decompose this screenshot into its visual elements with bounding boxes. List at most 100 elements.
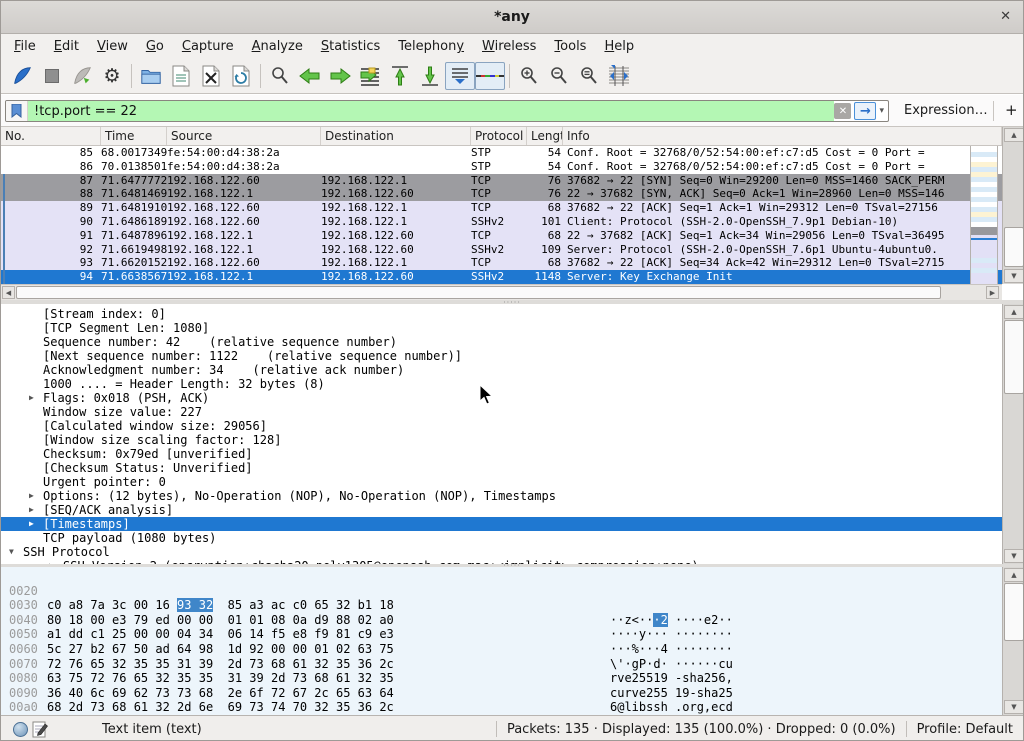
menu-item[interactable]: Go [137, 36, 173, 57]
hex-row[interactable]: 0040 a1 dd c1 25 00 00 04 34 06 14 f5 e8… [1, 598, 1002, 613]
go-last-icon[interactable] [415, 62, 445, 90]
go-back-icon[interactable] [295, 62, 325, 90]
scroll-up-icon[interactable]: ▲ [1004, 305, 1024, 319]
menu-item[interactable]: Edit [45, 36, 88, 57]
scrollbar-thumb[interactable] [16, 286, 941, 299]
zoom-in-icon[interactable] [514, 62, 544, 90]
capture-comment-icon[interactable] [28, 715, 52, 741]
hex-row[interactable]: 0020 c0 a8 7a 3c 00 16 93 32 85 a3 ac c0… [1, 569, 1002, 584]
packet-row[interactable]: 92 71.661949820 192.168.122.1 192.168.12… [1, 243, 1002, 257]
reload-file-icon[interactable] [226, 62, 256, 90]
restart-capture-icon[interactable] [67, 62, 97, 90]
col-source[interactable]: Source [167, 127, 321, 145]
scroll-up-icon[interactable]: ▲ [1004, 128, 1024, 142]
expander-icon[interactable]: ▶ [27, 489, 43, 503]
detail-line[interactable]: Checksum: 0x79ed [unverified] [1, 447, 1002, 461]
detail-line[interactable]: [TCP Segment Len: 1080] [1, 321, 1002, 335]
expert-info-icon[interactable] [13, 722, 28, 737]
filter-bookmark-icon[interactable] [6, 101, 28, 121]
expander-icon[interactable] [27, 321, 43, 335]
detail-line[interactable]: Acknowledgment number: 34 (relative ack … [1, 363, 1002, 377]
expander-icon[interactable] [27, 377, 43, 391]
menu-item[interactable]: Statistics [312, 36, 389, 57]
menu-item[interactable]: File [5, 36, 45, 57]
zoom-original-icon[interactable] [574, 62, 604, 90]
expander-icon[interactable] [27, 349, 43, 363]
expander-icon[interactable] [27, 475, 43, 489]
packet-row[interactable]: 90 71.648618924 192.168.122.60 192.168.1… [1, 215, 1002, 229]
filter-text[interactable]: !tcp.port == 22 [28, 101, 834, 121]
menu-item[interactable]: Analyze [243, 36, 312, 57]
packet-row[interactable]: 93 71.662015274 192.168.122.60 192.168.1… [1, 256, 1002, 270]
expression-button[interactable]: Expression… [904, 103, 988, 118]
expander-icon[interactable]: ▼ [7, 545, 23, 559]
detail-line[interactable]: TCP payload (1080 bytes) [1, 531, 1002, 545]
expander-icon[interactable] [27, 363, 43, 377]
hex-row[interactable]: 0050 5c 27 b2 67 50 ad 64 98 1d 92 00 00… [1, 613, 1002, 628]
col-info[interactable]: Info [563, 127, 1002, 145]
detail-line[interactable]: ▼ SSH Protocol [1, 545, 1002, 559]
packet-row[interactable]: 87 71.647777234 192.168.122.60 192.168.1… [1, 174, 1002, 188]
save-file-icon[interactable] [166, 62, 196, 90]
scroll-right-icon[interactable]: ▶ [986, 286, 999, 299]
go-forward-icon[interactable] [325, 62, 355, 90]
filter-clear-icon[interactable]: ✕ [834, 103, 851, 119]
intelligent-scrollbar-minimap[interactable] [970, 146, 998, 284]
detail-line[interactable]: ▶ [Timestamps] [1, 517, 1002, 531]
detail-line[interactable]: 1000 .... = Header Length: 32 bytes (8) [1, 377, 1002, 391]
find-packet-icon[interactable] [265, 62, 295, 90]
close-file-icon[interactable] [196, 62, 226, 90]
scrollbar-thumb[interactable] [1004, 227, 1024, 267]
display-filter-input[interactable]: !tcp.port == 22 ✕ → ▾ [5, 100, 889, 122]
packet-row[interactable]: 91 71.648789678 192.168.122.1 192.168.12… [1, 229, 1002, 243]
title-bar[interactable]: *any ✕ [1, 1, 1023, 34]
detail-line[interactable]: [Calculated window size: 29056] [1, 419, 1002, 433]
menu-item[interactable]: Wireless [473, 36, 545, 57]
col-no[interactable]: No. [1, 127, 101, 145]
col-protocol[interactable]: Protocol [471, 127, 527, 145]
stop-capture-icon[interactable] [37, 62, 67, 90]
hex-row[interactable]: 0070 63 75 72 76 65 32 35 35 31 39 2d 73… [1, 642, 1002, 657]
detail-line[interactable]: ▶ [SEQ/ACK analysis] [1, 503, 1002, 517]
col-time[interactable]: Time [101, 127, 167, 145]
detail-line[interactable]: [Checksum Status: Unverified] [1, 461, 1002, 475]
menu-item[interactable]: Tools [545, 36, 595, 57]
add-filter-button[interactable]: + [1005, 101, 1018, 119]
resize-columns-icon[interactable] [604, 62, 634, 90]
scroll-left-icon[interactable]: ◀ [2, 286, 15, 299]
scroll-down-icon[interactable]: ▼ [1004, 549, 1024, 563]
profile-label[interactable]: Profile: Default [907, 722, 1023, 737]
expander-icon[interactable]: ▶ [27, 517, 43, 531]
colorize-icon[interactable] [475, 62, 505, 90]
expander-icon[interactable] [27, 531, 43, 545]
hex-row[interactable]: 0090 68 2d 73 68 61 32 2d 6e 69 73 74 70… [1, 671, 1002, 686]
expander-icon[interactable]: ▶ [27, 391, 43, 405]
packet-row[interactable]: 88 71.648146932 192.168.122.1 192.168.12… [1, 187, 1002, 201]
expander-icon[interactable] [27, 307, 43, 321]
hex-row[interactable]: 0060 72 76 65 32 35 35 31 39 2d 73 68 61… [1, 627, 1002, 642]
scrollbar-thumb[interactable] [1004, 583, 1024, 641]
detail-line[interactable]: ▶ Flags: 0x018 (PSH, ACK) [1, 391, 1002, 405]
hex-vscrollbar[interactable]: ▲ ▼ [1002, 567, 1024, 715]
detail-line[interactable]: Urgent pointer: 0 [1, 475, 1002, 489]
menu-item[interactable]: View [88, 36, 137, 57]
menu-item[interactable]: Help [595, 36, 643, 57]
expander-icon[interactable] [27, 335, 43, 349]
menu-item[interactable]: Capture [173, 36, 243, 57]
col-destination[interactable]: Destination [321, 127, 471, 145]
scrollbar-thumb[interactable] [1004, 320, 1024, 394]
details-vscrollbar[interactable]: ▲ ▼ [1002, 304, 1024, 564]
scroll-down-icon[interactable]: ▼ [1004, 700, 1024, 714]
close-icon[interactable]: ✕ [1000, 9, 1011, 24]
start-capture-icon[interactable] [7, 62, 37, 90]
zoom-out-icon[interactable] [544, 62, 574, 90]
packet-row[interactable]: 85 68.001734936 fe:54:00:d4:38:2a STP 54… [1, 146, 1002, 160]
filter-apply-icon[interactable]: → [854, 102, 876, 120]
detail-line[interactable]: Window size value: 227 [1, 405, 1002, 419]
go-to-packet-icon[interactable] [355, 62, 385, 90]
scroll-up-icon[interactable]: ▲ [1004, 568, 1024, 582]
filter-dropdown-icon[interactable]: ▾ [878, 106, 888, 116]
expander-icon[interactable] [27, 447, 43, 461]
hex-row[interactable]: 0030 80 18 00 e3 79 ed 00 00 01 01 08 0a… [1, 584, 1002, 599]
packet-row[interactable]: 94 71.663856741 192.168.122.1 192.168.12… [1, 270, 1002, 284]
